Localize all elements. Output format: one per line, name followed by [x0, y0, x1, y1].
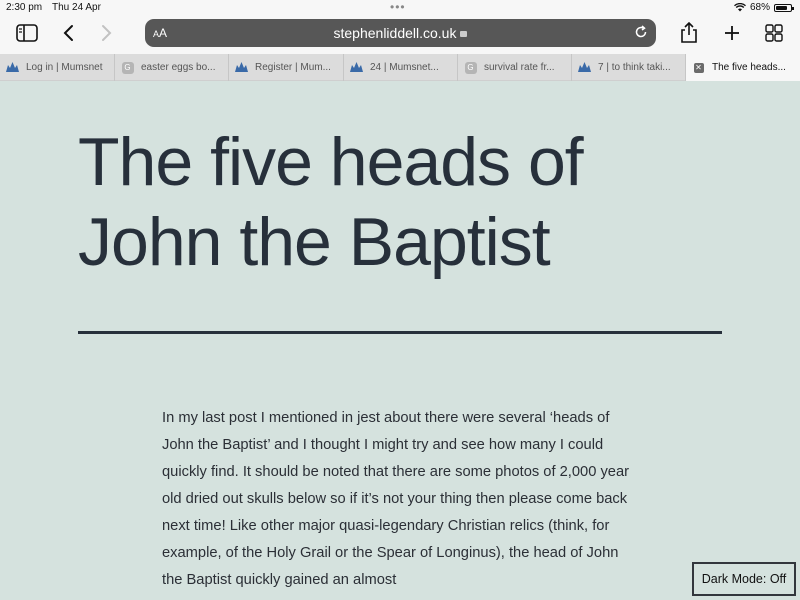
status-time: 2:30 pm [6, 2, 43, 13]
mumsnet-icon [350, 61, 363, 74]
article-title: The five heads of John the Baptist [78, 124, 584, 280]
address-bar[interactable]: AA stephenliddell.co.uk [145, 19, 656, 47]
multitasking-dots[interactable]: ••• [390, 0, 406, 14]
google-icon: G [464, 61, 477, 74]
tab-overview-icon[interactable] [765, 20, 783, 46]
tab[interactable]: 24 | Mumsnet... [344, 54, 458, 81]
battery-fill [776, 5, 787, 10]
tab-title: The five heads... [712, 62, 786, 73]
tab[interactable]: Register | Mum... [229, 54, 344, 81]
tab-title: Log in | Mumsnet [26, 62, 103, 73]
back-icon[interactable] [62, 20, 74, 46]
tab-title: 7 | to think taki... [598, 62, 671, 73]
lock-icon [460, 31, 468, 37]
article-body: In my last post I mentioned in jest abou… [162, 410, 630, 588]
google-icon: G [121, 61, 134, 74]
battery-icon [774, 3, 794, 12]
mumsnet-icon [235, 61, 248, 74]
status-bar: 2:30 pm Thu 24 Apr ••• 68% [0, 0, 800, 14]
tab-title: survival rate fr... [484, 62, 555, 73]
tab-title: Register | Mum... [255, 62, 331, 73]
tab-active[interactable]: ✕ The five heads... [686, 54, 800, 81]
sidebar-icon[interactable] [16, 20, 38, 46]
battery-percent: 68% [749, 2, 770, 13]
browser-toolbar: AA stephenliddell.co.uk [0, 14, 800, 54]
tab-bar: Log in | Mumsnet G easter eggs bo... Reg… [0, 54, 800, 81]
dark-mode-toggle[interactable]: Dark Mode: Off [692, 562, 796, 596]
tab[interactable]: G easter eggs bo... [115, 54, 229, 81]
tab-title: easter eggs bo... [141, 62, 216, 73]
tab[interactable]: G survival rate fr... [458, 54, 572, 81]
mumsnet-icon [6, 61, 19, 74]
reload-icon[interactable] [634, 25, 648, 44]
url-text: stephenliddell.co.uk [333, 25, 457, 41]
tab[interactable]: 7 | to think taki... [572, 54, 686, 81]
close-tab-icon[interactable]: ✕ [692, 61, 705, 74]
status-date: Thu 24 Apr [52, 2, 101, 13]
new-tab-icon[interactable] [723, 20, 741, 46]
title-divider [78, 331, 722, 334]
status-right: 68% [734, 2, 794, 13]
url-display[interactable]: stephenliddell.co.uk [145, 25, 656, 41]
forward-icon[interactable] [101, 20, 113, 46]
wifi-icon [734, 3, 746, 12]
mumsnet-icon [578, 61, 591, 74]
tab-title: 24 | Mumsnet... [370, 62, 439, 73]
share-icon[interactable] [680, 20, 698, 46]
tab[interactable]: Log in | Mumsnet [0, 54, 115, 81]
